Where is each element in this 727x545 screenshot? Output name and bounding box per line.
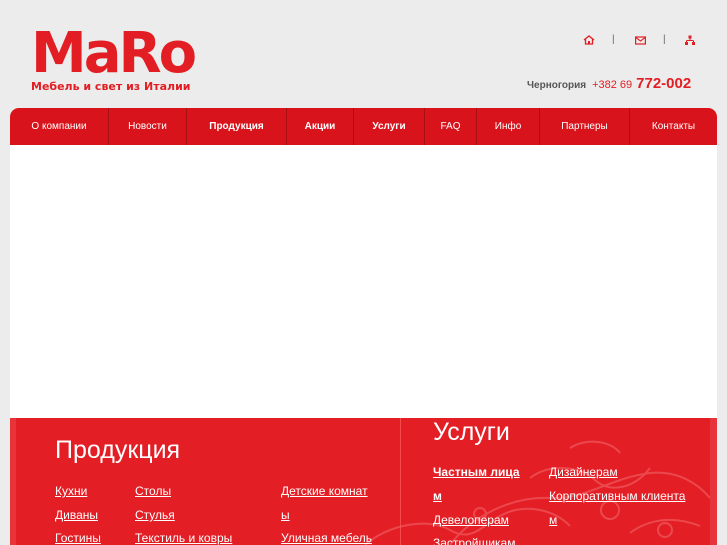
- footer-link-developers[interactable]: Девелоперам: [433, 513, 509, 527]
- products-section-title: Продукция: [55, 436, 181, 464]
- main-content: [10, 145, 717, 418]
- footer-link-private-clients-wrap[interactable]: м: [433, 489, 442, 503]
- footer-link-sofas[interactable]: Диваны: [55, 508, 98, 522]
- nav-item-promotions[interactable]: Акции: [287, 108, 354, 145]
- nav-item-services[interactable]: Услуги: [354, 108, 425, 145]
- footer-link-builders[interactable]: Застройщикам: [433, 536, 515, 545]
- nav-item-info[interactable]: Инфо: [477, 108, 540, 145]
- separator: |: [612, 34, 615, 45]
- nav-item-news[interactable]: Новости: [109, 108, 187, 145]
- top-utility-bar: | |: [583, 32, 703, 46]
- logo-wordmark: MaRo: [31, 21, 197, 86]
- footer-link-kids-rooms-wrap[interactable]: ы: [281, 508, 290, 522]
- footer-divider: [400, 418, 401, 545]
- services-section-title: Услуги: [433, 418, 510, 446]
- footer-link-chairs[interactable]: Стулья: [135, 508, 175, 522]
- footer-link-corporate-wrap[interactable]: м: [549, 513, 557, 527]
- footer-link-living-rooms[interactable]: Гостины: [55, 531, 101, 545]
- contact-country: Черногория: [527, 80, 587, 91]
- footer-link-kitchens[interactable]: Кухни: [55, 484, 87, 498]
- footer-link-tables[interactable]: Столы: [135, 484, 171, 498]
- contact-code: +382 69: [592, 79, 633, 91]
- footer-link-kids-rooms[interactable]: Детские комнат: [281, 484, 368, 498]
- sitemap-icon[interactable]: [685, 32, 695, 50]
- footer-link-corporate[interactable]: Корпоративным клиента: [549, 489, 685, 503]
- logo-tagline: Мебель и свет из Италии: [31, 80, 191, 93]
- nav-item-partners[interactable]: Партнеры: [540, 108, 630, 145]
- separator: |: [663, 34, 666, 45]
- footer-link-outdoor[interactable]: Уличная мебель: [281, 531, 372, 545]
- footer: Продукция Кухни Диваны Гостины Столы Сту…: [10, 418, 717, 545]
- home-icon[interactable]: [583, 32, 595, 50]
- mail-icon[interactable]: [635, 32, 647, 50]
- contact-number: 772-002: [636, 75, 692, 92]
- main-nav: О компании Новости Продукция Акции Услуг…: [10, 108, 717, 145]
- nav-item-faq[interactable]: FAQ: [425, 108, 477, 145]
- footer-link-designers[interactable]: Дизайнерам: [549, 465, 618, 479]
- nav-item-about[interactable]: О компании: [10, 108, 109, 145]
- footer-link-private-clients[interactable]: Частным лица: [433, 465, 520, 479]
- nav-item-contacts[interactable]: Контакты: [630, 108, 717, 145]
- logo[interactable]: MaRo Мебель и свет из Италии: [31, 21, 197, 94]
- contact-phone: Черногория +382 69 772-002: [527, 75, 691, 93]
- nav-item-products[interactable]: Продукция: [187, 108, 287, 145]
- footer-link-textiles[interactable]: Текстиль и ковры: [135, 531, 232, 545]
